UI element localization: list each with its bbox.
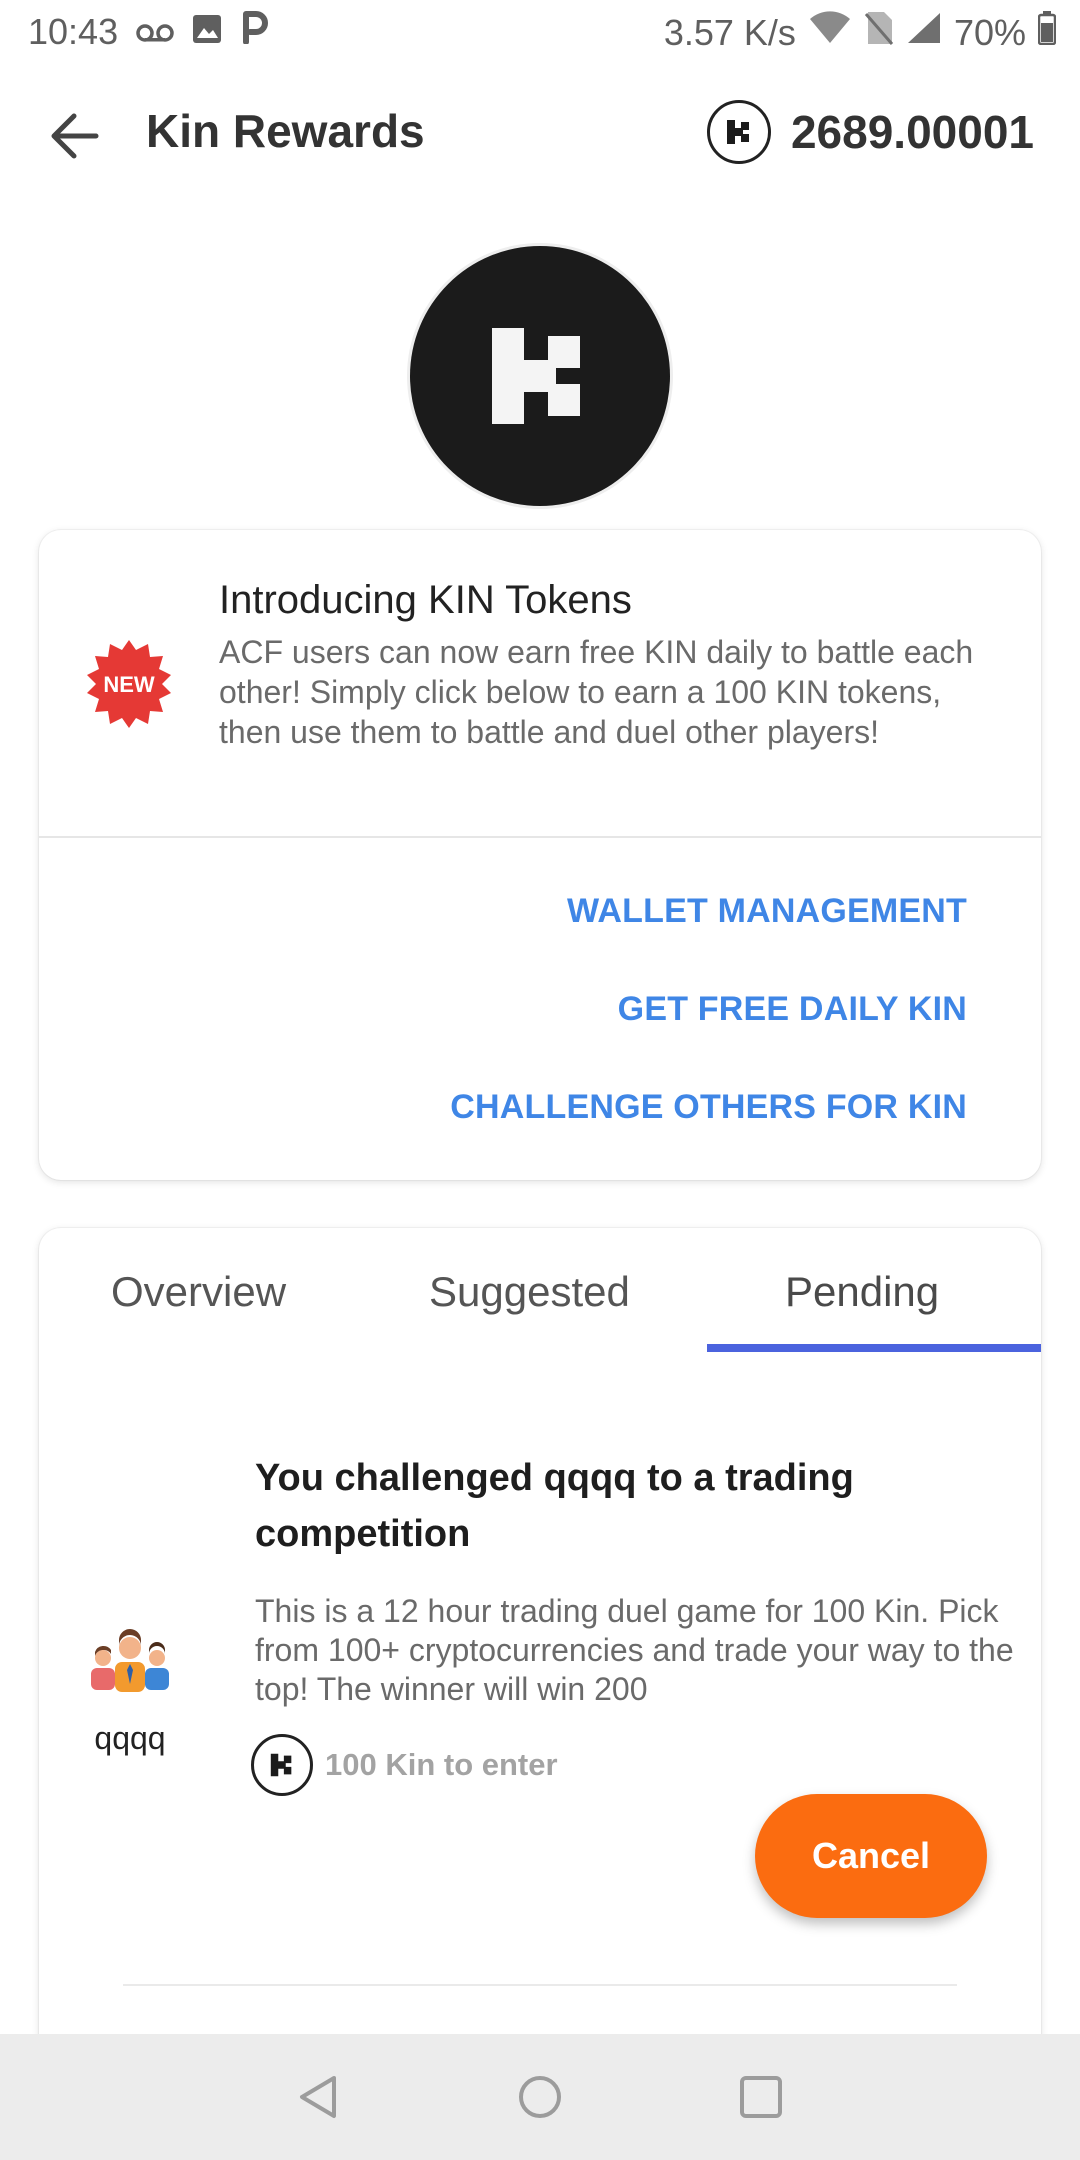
- challenge-title: You challenged qqqq to a trading competi…: [255, 1457, 854, 1555]
- battery-percent: 70%: [953, 11, 1026, 53]
- status-time: 10:43: [28, 10, 119, 52]
- network-speed: 3.57 K/s: [663, 11, 796, 53]
- balance-value: 2689.00001: [790, 106, 1034, 158]
- tab-indicator: [707, 1344, 1041, 1352]
- entry-fee: 100 Kin to enter: [251, 1734, 558, 1796]
- card-divider: [39, 836, 1041, 838]
- challenges-card: Overview Suggested Pending qqqq You chal…: [39, 1228, 1041, 2160]
- cancel-button[interactable]: Cancel: [755, 1794, 987, 1918]
- intro-body: ACF users can now earn free KIN daily to…: [219, 634, 974, 750]
- wifi-icon: [808, 11, 852, 54]
- challenge-others-button[interactable]: CHALLENGE OTHERS FOR KIN: [450, 1088, 967, 1127]
- back-button[interactable]: [44, 108, 104, 164]
- challenge-description: This is a 12 hour trading duel game for …: [255, 1593, 1014, 1707]
- kin-balance: 2689.00001: [706, 100, 1034, 164]
- page-title: Kin Rewards: [146, 105, 425, 157]
- intro-title: Introducing KIN Tokens: [219, 578, 632, 622]
- row-divider: [123, 1984, 957, 1986]
- p-app-icon: [240, 10, 269, 53]
- signal-icon: [906, 11, 942, 54]
- status-bar: 10:43 3.57 K/s 70%: [0, 0, 1080, 66]
- back-arrow-icon: [51, 113, 99, 159]
- nav-back-button[interactable]: [294, 2072, 344, 2122]
- triangle-back-icon: [300, 2076, 336, 2118]
- circle-home-icon: [519, 2076, 561, 2118]
- wallet-management-button[interactable]: WALLET MANAGEMENT: [567, 892, 967, 931]
- tab-pending[interactable]: Pending: [785, 1268, 939, 1316]
- tab-bar: Overview Suggested Pending: [39, 1228, 1041, 1352]
- group-avatar-icon: [85, 1628, 175, 1694]
- kin-k-icon: [492, 328, 580, 424]
- kin-logo: [410, 246, 670, 506]
- tab-overview[interactable]: Overview: [111, 1268, 286, 1316]
- app-bar: Kin Rewards 2689.00001: [0, 80, 1080, 190]
- intro-card: NEW Introducing KIN Tokens ACF users can…: [39, 530, 1041, 1180]
- tab-suggested[interactable]: Suggested: [429, 1268, 630, 1316]
- no-sim-icon: [864, 10, 894, 55]
- new-badge-text: NEW: [103, 672, 155, 697]
- kin-coin-icon: [706, 100, 771, 164]
- voicemail-icon: [136, 11, 174, 53]
- square-recents-icon: [740, 2076, 782, 2118]
- image-icon: [192, 11, 222, 53]
- nav-home-button[interactable]: [515, 2072, 565, 2122]
- kin-coin-icon: [251, 1734, 313, 1796]
- nav-recents-button[interactable]: [736, 2072, 786, 2122]
- entry-fee-text: 100 Kin to enter: [325, 1747, 558, 1782]
- opponent-username: qqqq: [94, 1720, 166, 1756]
- battery-icon: [1037, 11, 1057, 54]
- get-free-daily-kin-button[interactable]: GET FREE DAILY KIN: [618, 990, 967, 1029]
- system-nav-bar: [0, 2034, 1080, 2160]
- new-badge-icon: NEW: [83, 638, 175, 730]
